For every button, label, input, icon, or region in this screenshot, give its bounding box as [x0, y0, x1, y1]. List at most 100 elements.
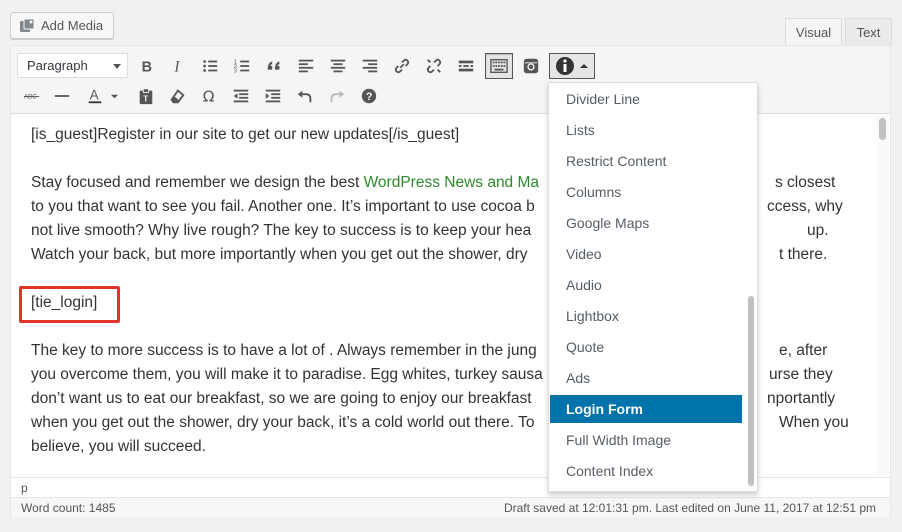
- svg-text:3: 3: [234, 68, 237, 74]
- content-scrollbar[interactable]: [876, 116, 889, 476]
- menu-item-audio[interactable]: Audio: [550, 271, 742, 299]
- svg-text:ABC: ABC: [24, 94, 37, 101]
- remove-link-button[interactable]: [421, 53, 447, 79]
- help-icon: ?: [361, 88, 377, 104]
- increase-indent-button[interactable]: [260, 83, 286, 109]
- special-character-button[interactable]: Ω: [196, 83, 222, 109]
- menu-item-columns[interactable]: Columns: [550, 178, 742, 206]
- menu-item-login-form[interactable]: Login Form: [550, 395, 742, 423]
- insert-link-button[interactable]: [389, 53, 415, 79]
- scrollbar-thumb[interactable]: [879, 118, 886, 140]
- text-run: you overcome them, you will make it to p…: [31, 366, 543, 383]
- tab-visual[interactable]: Visual: [785, 18, 842, 46]
- paste-as-text-button[interactable]: T: [133, 83, 159, 109]
- menu-item-lists[interactable]: Lists: [550, 116, 742, 144]
- editor-toolbar: Paragraph B I 123 ABC A T Ω ?: [11, 46, 890, 114]
- format-select-value: Paragraph: [27, 58, 88, 73]
- omega-icon: Ω: [203, 87, 215, 105]
- text-run: e, after: [779, 342, 828, 359]
- clear-formatting-button[interactable]: [164, 83, 190, 109]
- format-select[interactable]: Paragraph: [17, 53, 128, 78]
- svg-text:Ω: Ω: [203, 87, 215, 105]
- italic-icon: I: [173, 58, 180, 75]
- keyboard-icon: [490, 59, 508, 73]
- editor: Paragraph B I 123 ABC A T Ω ? [is_guest]…: [10, 45, 891, 517]
- blockquote-button[interactable]: [261, 53, 287, 79]
- menu-item-ads[interactable]: Ads: [550, 364, 742, 392]
- text-run: believe, you will succeed.: [31, 438, 206, 455]
- instagram-button[interactable]: [518, 53, 544, 79]
- italic-button[interactable]: I: [165, 53, 191, 79]
- bulleted-list-icon: [203, 60, 218, 72]
- svg-text:B: B: [142, 59, 152, 75]
- horizontal-line-button[interactable]: [49, 83, 75, 109]
- shortcodes-dropdown-button[interactable]: [549, 53, 595, 79]
- outdent-icon: [233, 89, 249, 103]
- text-run: The key to more success is to have a lot…: [31, 342, 537, 359]
- keyboard-shortcuts-button[interactable]: ?: [356, 83, 382, 109]
- text-run: to you that want to see you fail. Anothe…: [31, 198, 535, 215]
- indent-icon: [265, 89, 281, 103]
- menu-item-quote[interactable]: Quote: [550, 333, 742, 361]
- text-run: up.: [807, 222, 829, 239]
- menu-item-google-maps[interactable]: Google Maps: [550, 209, 742, 237]
- text-run: not live smooth? Why live rough? The key…: [31, 222, 532, 239]
- svg-text:T: T: [143, 94, 148, 103]
- toolbar-toggle-button[interactable]: [485, 53, 513, 79]
- text-run: s closest: [775, 174, 836, 191]
- strikethrough-button[interactable]: ABC: [19, 83, 45, 109]
- tab-text[interactable]: Text: [845, 18, 892, 46]
- element-path[interactable]: p: [11, 477, 890, 497]
- menu-item-content-index[interactable]: Content Index: [550, 457, 742, 485]
- media-icon: [19, 18, 35, 34]
- caret-up-icon: [580, 64, 588, 68]
- strikethrough-icon: ABC: [23, 94, 40, 101]
- text-color-icon: A: [88, 88, 101, 104]
- read-more-icon: [458, 60, 474, 72]
- horizontal-line-icon: [54, 95, 70, 97]
- chevron-down-icon: [110, 94, 118, 98]
- menu-item-divider-line[interactable]: Divider Line: [550, 85, 742, 113]
- text-color-button[interactable]: A: [81, 83, 123, 109]
- align-center-icon: [330, 59, 346, 73]
- decrease-indent-button[interactable]: [228, 83, 254, 109]
- eraser-icon: [170, 89, 185, 104]
- menu-item-restrict-content[interactable]: Restrict Content: [550, 147, 742, 175]
- numbered-list-button[interactable]: 123: [229, 53, 255, 79]
- text-run: don’t want us to eat our breakfast, so w…: [31, 390, 532, 407]
- word-count: Word count: 1485: [21, 501, 116, 515]
- undo-icon: [297, 90, 312, 103]
- svg-text:I: I: [173, 58, 180, 75]
- undo-button[interactable]: [292, 83, 318, 109]
- shortcodes-menu: Divider Line Lists Restrict Content Columns…: [548, 82, 758, 492]
- text-run: ccess, why: [767, 198, 843, 215]
- redo-button[interactable]: [324, 83, 350, 109]
- unlink-icon: [426, 58, 442, 74]
- menu-item-video[interactable]: Video: [550, 240, 742, 268]
- content-link[interactable]: WordPress News and Ma: [364, 174, 539, 191]
- align-left-icon: [298, 59, 314, 73]
- text-run: Stay focused and remember we design the …: [31, 174, 364, 191]
- svg-text:?: ?: [366, 91, 373, 103]
- quote-icon: [267, 61, 280, 70]
- menu-item-lightbox[interactable]: Lightbox: [550, 302, 742, 330]
- bold-button[interactable]: B: [134, 53, 160, 79]
- text-run: When you: [779, 414, 849, 431]
- menu-scrollbar-thumb[interactable]: [748, 296, 754, 486]
- align-right-icon: [362, 59, 378, 73]
- autosave-status: Draft saved at 12:01:31 pm. Last edited …: [503, 501, 876, 515]
- bulleted-list-button[interactable]: [197, 53, 223, 79]
- text-run: urse they: [769, 366, 833, 383]
- text-run: when you get out the shower, dry your ba…: [31, 414, 535, 431]
- align-left-button[interactable]: [293, 53, 319, 79]
- instagram-icon: [523, 58, 539, 74]
- menu-item-full-width-image[interactable]: Full Width Image: [550, 426, 742, 454]
- numbered-list-icon: 123: [234, 59, 250, 74]
- chevron-down-icon: [113, 64, 121, 69]
- text-run: t there.: [779, 246, 828, 263]
- align-right-button[interactable]: [357, 53, 383, 79]
- read-more-button[interactable]: [453, 53, 479, 79]
- align-center-button[interactable]: [325, 53, 351, 79]
- add-media-button[interactable]: Add Media: [10, 12, 114, 39]
- bold-icon: B: [142, 59, 152, 75]
